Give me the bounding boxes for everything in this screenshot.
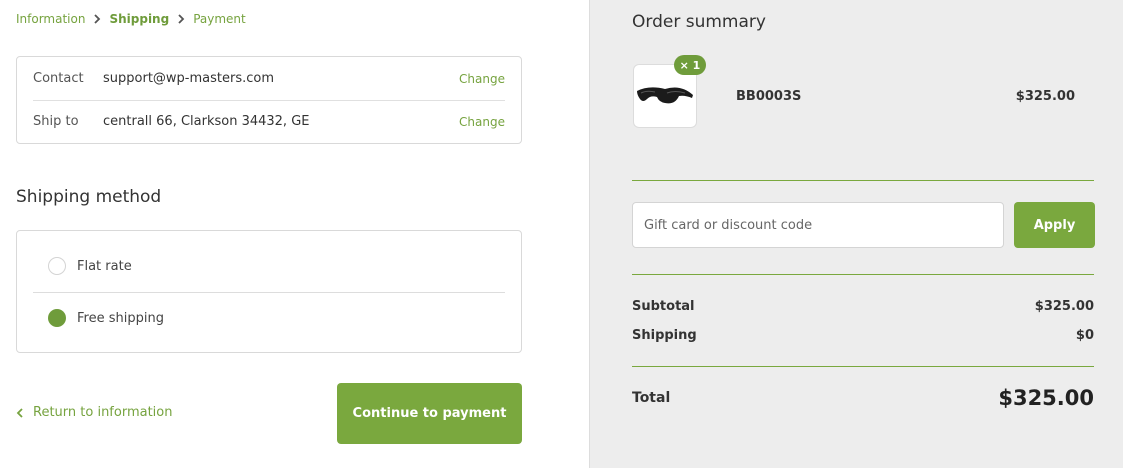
total-value: $325.00 [998, 386, 1094, 410]
contact-row: Contact support@wp-masters.com Change [17, 57, 521, 100]
ship-to-row: Ship to centrall 66, Clarkson 34432, GE … [17, 100, 521, 143]
shipping-option-flat-rate[interactable]: Flat rate [17, 236, 521, 296]
chevron-right-icon [93, 14, 101, 24]
product-name: BB0003S [736, 89, 802, 104]
divider [632, 366, 1094, 367]
order-summary-panel: Order summary × 1 BB0003S $325.00 Apply … [589, 0, 1123, 468]
discount-code-input[interactable] [632, 202, 1004, 248]
contact-value: support@wp-masters.com [103, 71, 274, 86]
ship-to-value: centrall 66, Clarkson 34432, GE [103, 114, 310, 129]
radio-button-unchecked[interactable] [48, 257, 66, 275]
sunglasses-icon [637, 87, 693, 104]
shipping-value: $0 [1075, 328, 1094, 343]
chevron-right-icon [177, 14, 185, 24]
contact-label: Contact [33, 71, 84, 86]
ship-to-label: Ship to [33, 114, 79, 129]
continue-to-payment-button[interactable]: Continue to payment [337, 383, 522, 444]
quantity-badge: × 1 [674, 55, 706, 75]
shipping-option-label: Flat rate [77, 258, 132, 274]
radio-button-checked[interactable] [48, 309, 66, 327]
shipping-option-free-shipping[interactable]: Free shipping [17, 288, 521, 348]
order-summary-title: Order summary [632, 12, 766, 32]
divider [632, 180, 1094, 181]
total-label: Total [632, 390, 671, 406]
breadcrumb-payment: Payment [193, 12, 246, 26]
breadcrumb: Information Shipping Payment [16, 12, 246, 26]
shipping-method-title: Shipping method [16, 187, 162, 207]
subtotal-value: $325.00 [1034, 299, 1094, 314]
shipping-method-options: Flat rate Free shipping [16, 230, 522, 353]
subtotal-label: Subtotal [632, 299, 695, 314]
shipping-label: Shipping [632, 328, 697, 343]
contact-review-box: Contact support@wp-masters.com Change Sh… [16, 56, 522, 144]
change-ship-to-link[interactable]: Change [459, 115, 505, 129]
return-to-information-link[interactable]: Return to information [16, 405, 172, 420]
divider [632, 274, 1094, 275]
shipping-option-label: Free shipping [77, 310, 164, 326]
apply-discount-button[interactable]: Apply [1014, 202, 1095, 248]
return-link-label: Return to information [33, 405, 173, 420]
checkout-main: Information Shipping Payment Contact sup… [0, 0, 589, 468]
product-price: $325.00 [1015, 89, 1075, 104]
breadcrumb-information[interactable]: Information [16, 12, 85, 26]
change-contact-link[interactable]: Change [459, 72, 505, 86]
breadcrumb-shipping: Shipping [109, 12, 170, 26]
chevron-left-icon [16, 407, 23, 418]
